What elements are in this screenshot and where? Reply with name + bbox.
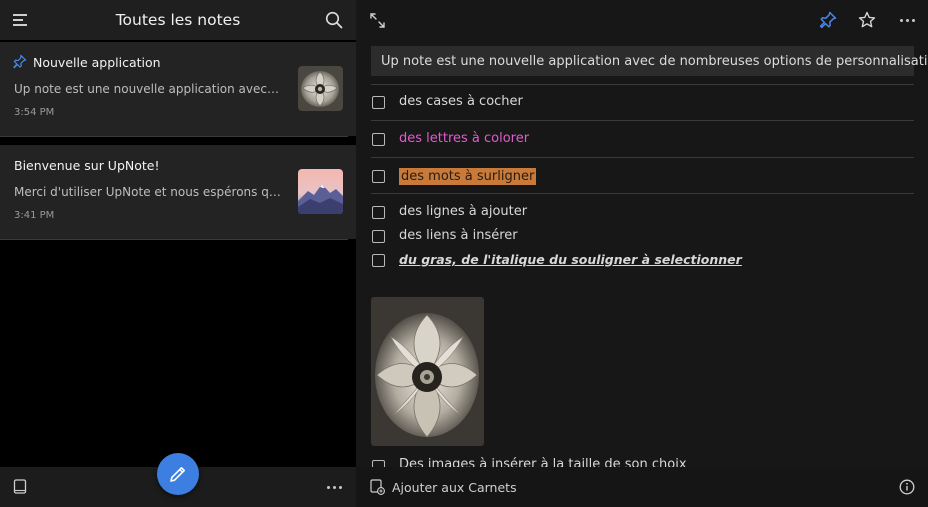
note-list-item[interactable]: Bienvenue sur UpNote! Merci d'utiliser U… xyxy=(0,145,356,239)
checkbox[interactable] xyxy=(372,170,385,183)
note-editor-panel: Up note est une nouvelle application ave… xyxy=(356,0,928,507)
notes-list-header: Toutes les notes xyxy=(0,0,356,40)
divider xyxy=(0,239,348,240)
note-thumbnail xyxy=(298,169,343,214)
pin-icon[interactable] xyxy=(819,11,837,29)
notes-list-panel: Toutes les notes Nouvelle application Up… xyxy=(0,0,356,507)
checkbox[interactable] xyxy=(372,230,385,243)
checklist-item-label[interactable]: des liens à insérer xyxy=(399,228,518,243)
checklist-item-partial: Des images à insérer à la taille de son … xyxy=(372,457,928,467)
editor-toolbar xyxy=(356,0,928,40)
search-icon[interactable] xyxy=(325,11,343,29)
checkbox[interactable] xyxy=(372,254,385,267)
note-thumbnail xyxy=(298,66,343,111)
star-icon[interactable] xyxy=(858,11,876,29)
editor-footer: Ajouter aux Carnets xyxy=(356,467,928,507)
checkbox[interactable] xyxy=(372,133,385,146)
note-preview: Up note est une nouvelle application ave… xyxy=(14,82,282,96)
page-title: Toutes les notes xyxy=(115,11,241,29)
checklist-item-label[interactable]: des lignes à ajouter xyxy=(399,204,527,219)
notebook-icon[interactable] xyxy=(13,479,27,495)
add-notebook-icon[interactable] xyxy=(370,479,385,495)
checklist-item-label[interactable]: des cases à cocher xyxy=(399,94,523,109)
checklist-item-label[interactable]: des lettres à colorer xyxy=(399,131,529,146)
checklist-item-label[interactable]: du gras, de l'italique du souligner à se… xyxy=(399,252,742,267)
more-options-icon[interactable] xyxy=(327,486,342,489)
new-note-button[interactable] xyxy=(157,453,199,495)
pin-icon xyxy=(13,54,27,69)
checklist-item-label[interactable]: Des images à insérer à la taille de son … xyxy=(399,457,687,467)
horizontal-rule xyxy=(371,157,914,158)
note-time: 3:54 PM xyxy=(14,107,55,118)
note-title: Nouvelle application xyxy=(33,55,161,70)
pencil-icon xyxy=(170,467,185,482)
highlighted-text-block[interactable]: Up note est une nouvelle application ave… xyxy=(371,46,928,76)
note-title: Bienvenue sur UpNote! xyxy=(14,158,160,173)
add-to-notebooks-button[interactable]: Ajouter aux Carnets xyxy=(392,480,517,495)
checkbox[interactable] xyxy=(372,460,385,467)
more-options-icon[interactable] xyxy=(900,19,915,22)
checkbox[interactable] xyxy=(372,206,385,219)
note-list-item[interactable]: Nouvelle application Up note est une nou… xyxy=(0,42,356,136)
checklist-item-label[interactable]: des mots à surligner xyxy=(399,168,537,185)
horizontal-rule xyxy=(371,193,914,194)
expand-icon[interactable] xyxy=(370,13,385,28)
divider xyxy=(0,136,348,137)
note-preview: Merci d'utiliser UpNote et nous espérons… xyxy=(14,185,282,199)
inserted-image[interactable] xyxy=(371,297,484,446)
horizontal-rule xyxy=(371,120,914,121)
checkbox[interactable] xyxy=(372,96,385,109)
note-time: 3:41 PM xyxy=(14,210,55,221)
horizontal-rule xyxy=(371,84,914,85)
info-icon[interactable] xyxy=(899,479,915,495)
